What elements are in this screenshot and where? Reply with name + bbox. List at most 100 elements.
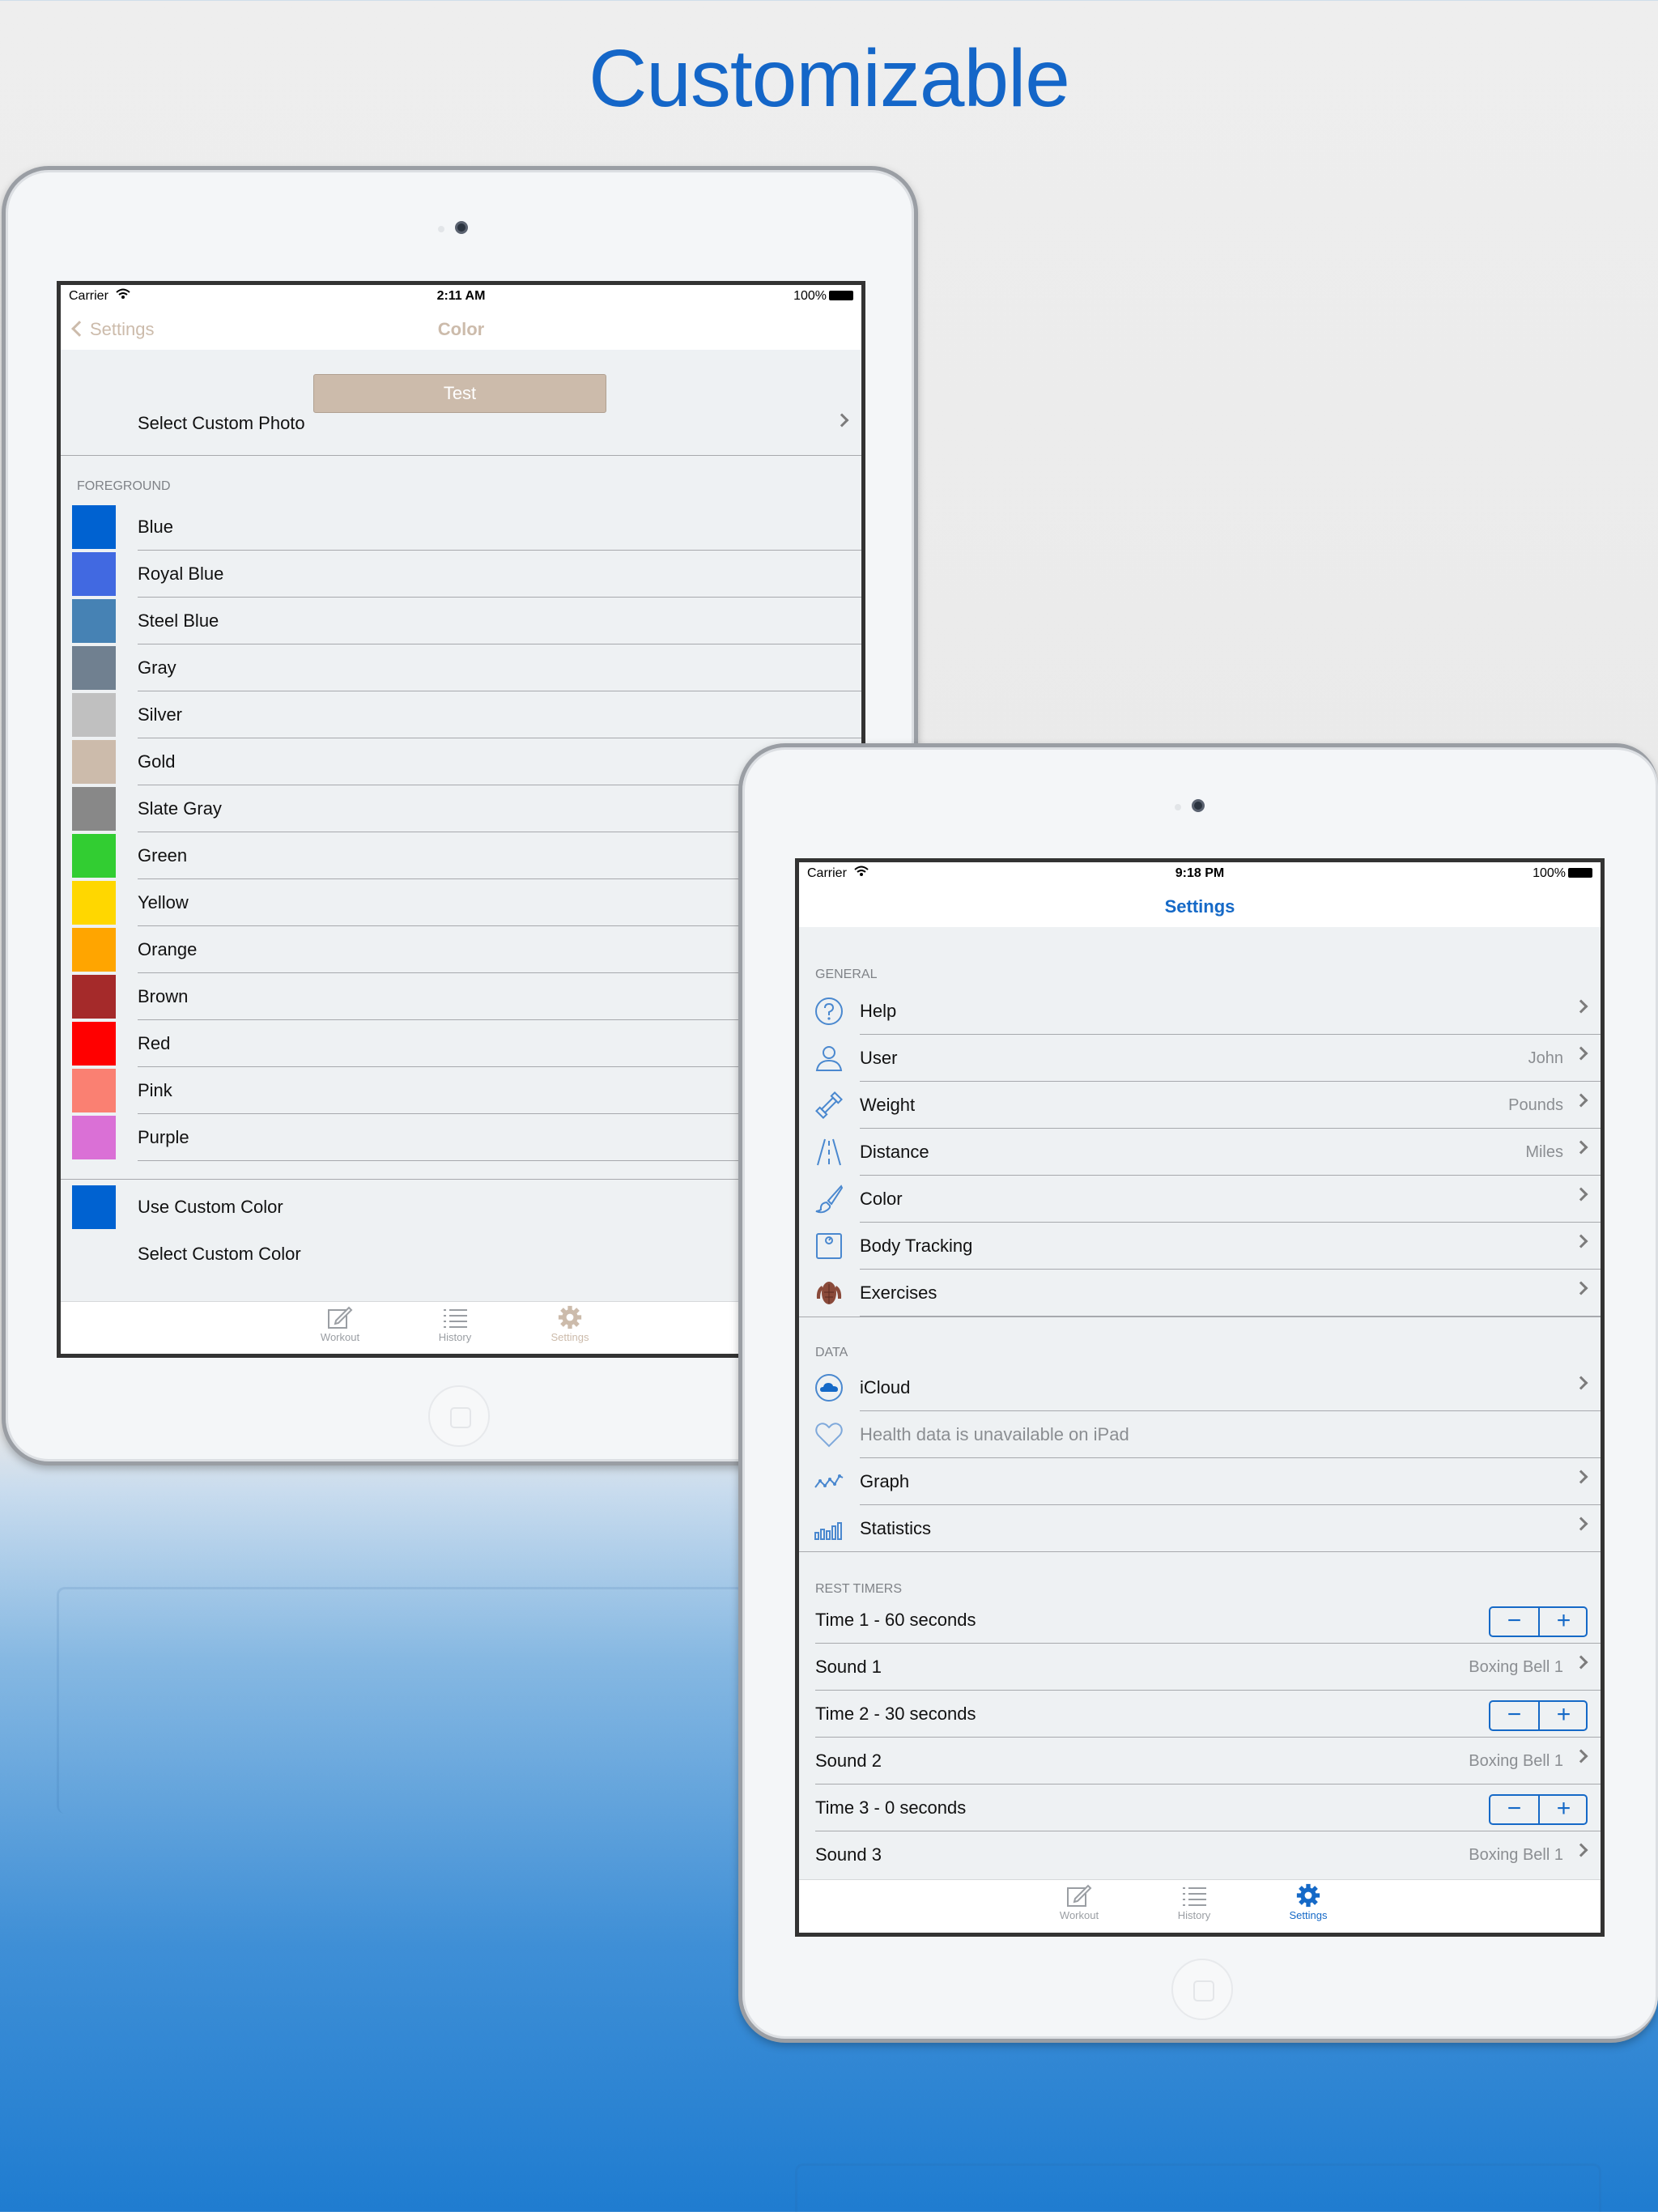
chevron-right-icon — [1574, 1093, 1588, 1108]
decrement-button[interactable]: − — [1490, 1796, 1538, 1823]
color-label: Silver — [138, 704, 183, 725]
row-label: iCloud — [860, 1377, 911, 1397]
custom-color-swatch — [72, 1185, 116, 1229]
section-header-general: GENERAL — [815, 968, 878, 981]
color-swatch — [72, 834, 116, 878]
color-label: Yellow — [138, 892, 189, 912]
color-row[interactable]: Color — [799, 1176, 1601, 1223]
chevron-right-icon — [1574, 1655, 1588, 1670]
sound1-row[interactable]: Sound 1 Boxing Bell 1 — [799, 1644, 1601, 1691]
color-row[interactable]: Silver — [61, 691, 861, 738]
row-detail: Pounds — [1508, 1096, 1563, 1114]
reflection-right — [795, 2163, 1601, 2212]
help-row[interactable]: Help — [799, 988, 1601, 1035]
color-swatch — [72, 975, 116, 1019]
tab-workout[interactable]: Workout — [308, 1302, 372, 1343]
battery-icon — [829, 291, 853, 300]
list-icon — [1183, 1887, 1206, 1906]
battery-icon — [1568, 868, 1592, 878]
sound1-label: Sound 1 — [815, 1657, 882, 1677]
increment-button[interactable]: + — [1540, 1702, 1588, 1729]
home-button[interactable] — [428, 1385, 490, 1447]
graph-icon — [814, 1466, 844, 1497]
color-swatch — [72, 787, 116, 831]
row-label: Exercises — [860, 1283, 937, 1303]
use-custom-color-label: Use Custom Color — [138, 1197, 283, 1217]
row-label: Statistics — [860, 1518, 932, 1538]
muscle-icon — [814, 1278, 844, 1308]
status-bar: Carrier 9:18 PM 100% — [799, 862, 1601, 885]
time2-row: Time 2 - 30 seconds − + — [799, 1691, 1601, 1738]
statistics-row[interactable]: Statistics — [799, 1505, 1601, 1552]
color-label: Slate Gray — [138, 798, 222, 819]
battery-indicator: 100% — [1533, 866, 1592, 881]
divider — [61, 455, 861, 456]
row-detail: Miles — [1525, 1143, 1563, 1161]
row-label: Graph — [860, 1471, 910, 1491]
tab-settings[interactable]: Settings — [538, 1302, 602, 1343]
tab-workout[interactable]: Workout — [1047, 1880, 1112, 1921]
user-row[interactable]: User John — [799, 1035, 1601, 1082]
color-swatch — [72, 881, 116, 925]
gear-icon — [1296, 1883, 1320, 1908]
tab-workout-label: Workout — [1059, 1909, 1099, 1921]
increment-button[interactable]: + — [1540, 1796, 1588, 1823]
battery-indicator: 100% — [793, 289, 853, 304]
exercises-row[interactable]: Exercises — [799, 1270, 1601, 1317]
status-bar: Carrier 2:11 AM 100% — [61, 285, 861, 308]
help-icon — [814, 996, 844, 1027]
reflection-left — [57, 1587, 745, 1814]
time3-label: Time 3 - 0 seconds — [815, 1797, 967, 1818]
row-label: User — [860, 1048, 898, 1068]
chevron-right-icon — [1574, 1470, 1588, 1484]
distance-row[interactable]: Distance Miles — [799, 1129, 1601, 1176]
color-swatch — [72, 1022, 116, 1066]
chevron-right-icon — [1574, 1749, 1588, 1763]
tab-history[interactable]: History — [1162, 1880, 1226, 1921]
chevron-right-icon — [1574, 1516, 1588, 1531]
chevron-right-icon — [835, 413, 849, 428]
sound2-row[interactable]: Sound 2 Boxing Bell 1 — [799, 1738, 1601, 1784]
time1-label: Time 1 - 60 seconds — [815, 1610, 976, 1630]
workout-icon — [1067, 1884, 1092, 1907]
list-icon — [444, 1309, 467, 1328]
color-label: Blue — [138, 517, 174, 537]
divider — [799, 1551, 1601, 1552]
chevron-right-icon — [1574, 1234, 1588, 1249]
sound3-label: Sound 3 — [815, 1844, 882, 1865]
color-row[interactable]: Gray — [61, 644, 861, 691]
color-row[interactable]: Blue — [61, 504, 861, 551]
color-label: Orange — [138, 939, 198, 959]
color-label: Purple — [138, 1127, 189, 1147]
battery-percent: 100% — [793, 289, 827, 303]
tab-settings-label: Settings — [551, 1331, 589, 1343]
chevron-right-icon — [1574, 1187, 1588, 1202]
select-custom-photo-row[interactable]: Select Custom Photo — [61, 398, 861, 445]
sound3-value: Boxing Bell 1 — [1469, 1846, 1563, 1864]
time1-row: Time 1 - 60 seconds − + — [799, 1597, 1601, 1644]
statistics-icon — [814, 1513, 844, 1544]
tab-history[interactable]: History — [423, 1302, 487, 1343]
nav-bar: Settings — [799, 885, 1601, 927]
health-data-is-unavailable-on-ipad-row: Health data is unavailable on iPad — [799, 1411, 1601, 1458]
color-swatch — [72, 740, 116, 784]
color-row[interactable]: Royal Blue — [61, 551, 861, 598]
tab-settings[interactable]: Settings — [1276, 1880, 1341, 1921]
icloud-row[interactable]: iCloud — [799, 1364, 1601, 1411]
tab-history-label: History — [1177, 1909, 1211, 1921]
decrement-button[interactable]: − — [1490, 1702, 1538, 1729]
row-label: Distance — [860, 1142, 929, 1162]
page-title: Color — [437, 319, 485, 339]
headline: Customizable — [589, 33, 1070, 124]
row-label: Weight — [860, 1095, 916, 1115]
body-tracking-row[interactable]: Body Tracking — [799, 1223, 1601, 1270]
color-swatch — [72, 552, 116, 596]
sound3-row[interactable]: Sound 3 Boxing Bell 1 — [799, 1831, 1601, 1878]
graph-row[interactable]: Graph — [799, 1458, 1601, 1505]
color-row[interactable]: Steel Blue — [61, 598, 861, 644]
weight-row[interactable]: Weight Pounds — [799, 1082, 1601, 1129]
battery-percent: 100% — [1533, 866, 1566, 880]
increment-button[interactable]: + — [1540, 1608, 1588, 1636]
home-button[interactable] — [1171, 1959, 1233, 2020]
decrement-button[interactable]: − — [1490, 1608, 1538, 1636]
